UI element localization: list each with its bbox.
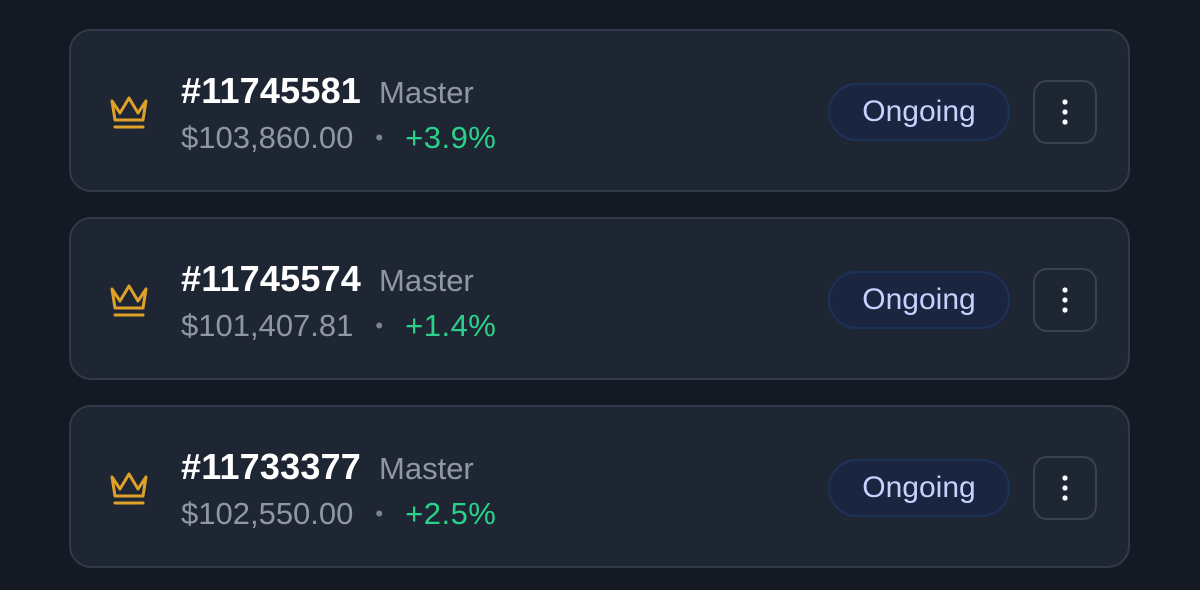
- account-change: +1.4%: [405, 308, 497, 343]
- account-card[interactable]: #11745581 Master $103,860.00 • +3.9% Ongoin…: [69, 29, 1130, 192]
- status-badge: Ongoing: [828, 83, 1010, 141]
- account-id: #11733377: [181, 446, 362, 487]
- more-options-button[interactable]: [1033, 268, 1097, 332]
- account-balance: $102,550.00: [181, 496, 354, 531]
- more-options-button[interactable]: [1033, 80, 1097, 144]
- crown-icon: [108, 469, 150, 507]
- more-vertical-icon: [1062, 475, 1068, 501]
- account-tier: Master: [379, 451, 474, 486]
- crown-icon: [108, 93, 150, 131]
- account-card[interactable]: #11733377 Master $102,550.00 • +2.5% Ongoin…: [69, 405, 1130, 568]
- account-stats-row: $102,550.00 • +2.5%: [181, 494, 496, 534]
- account-change: +3.9%: [405, 120, 497, 155]
- account-balance: $101,407.81: [181, 308, 354, 343]
- crown-icon: [108, 281, 150, 319]
- separator-dot: •: [375, 313, 384, 338]
- more-vertical-icon: [1062, 287, 1068, 313]
- account-card[interactable]: #11745574 Master $101,407.81 • +1.4% Ongoin…: [69, 217, 1130, 380]
- account-title-row: #11745581 Master: [181, 69, 474, 113]
- account-list: #11745581 Master $103,860.00 • +3.9% Ongoin…: [0, 0, 1200, 590]
- account-tier: Master: [379, 263, 474, 298]
- account-stats-row: $101,407.81 • +1.4%: [181, 306, 496, 346]
- separator-dot: •: [375, 501, 384, 526]
- account-tier: Master: [379, 75, 474, 110]
- account-id: #11745581: [181, 70, 362, 111]
- account-title-row: #11745574 Master: [181, 257, 474, 301]
- account-change: +2.5%: [405, 496, 497, 531]
- status-badge: Ongoing: [828, 459, 1010, 517]
- account-id: #11745574: [181, 258, 362, 299]
- account-stats-row: $103,860.00 • +3.9%: [181, 118, 496, 158]
- more-options-button[interactable]: [1033, 456, 1097, 520]
- separator-dot: •: [375, 125, 384, 150]
- status-badge: Ongoing: [828, 271, 1010, 329]
- more-vertical-icon: [1062, 99, 1068, 125]
- account-title-row: #11733377 Master: [181, 445, 474, 489]
- account-balance: $103,860.00: [181, 120, 354, 155]
